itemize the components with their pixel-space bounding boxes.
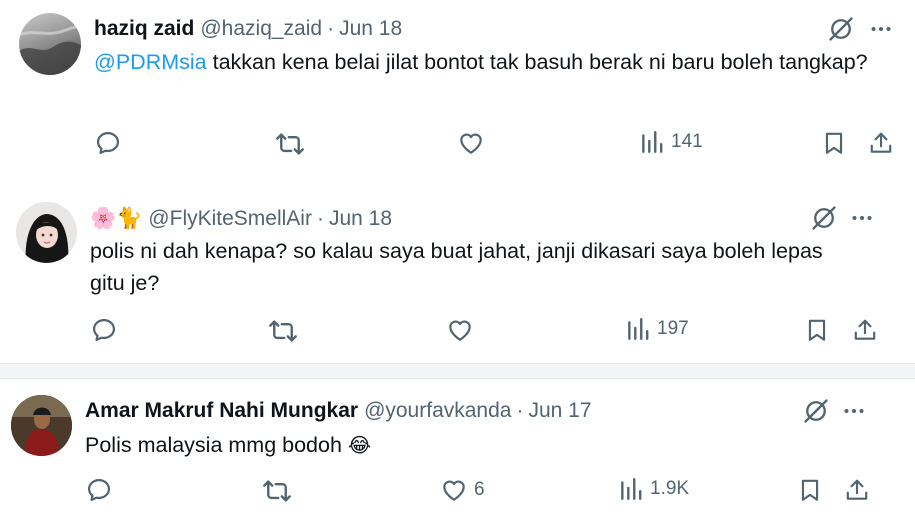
like-icon <box>440 476 468 504</box>
more-icon[interactable] <box>842 397 870 425</box>
tweet-3[interactable]: Amar Makruf Nahi Mungkar @yourfavkanda ·… <box>0 378 915 514</box>
views-icon <box>639 129 665 155</box>
like-button[interactable] <box>446 316 480 344</box>
grok-icon[interactable] <box>802 397 830 425</box>
grok-icon[interactable] <box>827 15 855 43</box>
user-handle[interactable]: @yourfavkanda <box>364 399 511 423</box>
share-button[interactable] <box>868 129 894 157</box>
user-handle[interactable]: @FlyKiteSmellAir <box>148 207 312 231</box>
reply-button[interactable] <box>94 129 122 157</box>
share-icon <box>852 316 878 344</box>
views-button[interactable]: 197 <box>625 316 689 342</box>
grok-icon[interactable] <box>810 204 838 232</box>
retweet-icon <box>275 129 305 159</box>
view-count: 1.9K <box>650 478 690 499</box>
tweet-top-actions <box>810 204 878 232</box>
retweet-button[interactable] <box>275 129 305 159</box>
bookmark-button[interactable] <box>821 129 847 157</box>
tweet-top-actions <box>827 15 897 43</box>
views-button[interactable]: 1.9K <box>618 476 689 502</box>
reply-icon <box>85 476 113 504</box>
retweet-icon <box>262 476 292 506</box>
tweet-text: Polis malaysia mmg bodoh 😂 <box>85 429 785 461</box>
user-handle[interactable]: @haziq_zaid <box>200 17 322 41</box>
retweet-button[interactable] <box>262 476 292 506</box>
views-icon <box>618 476 644 502</box>
section-divider <box>0 363 915 379</box>
retweet-button[interactable] <box>268 316 298 346</box>
tweet-date[interactable]: Jun 18 <box>329 207 392 231</box>
share-icon <box>868 129 894 157</box>
reply-button[interactable] <box>85 476 113 504</box>
display-name[interactable]: haziq zaid <box>94 17 194 41</box>
share-button[interactable] <box>844 476 870 504</box>
tweet-header: haziq zaid @haziq_zaid · Jun 18 <box>94 17 402 41</box>
tweet-text: @PDRMsia takkan kena belai jilat bontot … <box>94 46 874 78</box>
display-name[interactable]: Amar Makruf Nahi Mungkar <box>85 399 358 423</box>
bookmark-icon <box>797 476 823 504</box>
tweet-text: polis ni dah kenapa? so kalau saya buat … <box>90 239 823 295</box>
tweet-1[interactable]: haziq zaid @haziq_zaid · Jun 18 @PDRMsia… <box>0 0 915 180</box>
laughing-emoji: 😂 <box>347 433 372 457</box>
tweet-body: Polis malaysia mmg bodoh <box>85 433 348 457</box>
mention-link[interactable]: @PDRMsia <box>94 50 207 74</box>
view-count: 197 <box>657 318 689 339</box>
separator-dot: · <box>327 17 335 40</box>
more-icon[interactable] <box>869 15 897 43</box>
tweet-action-bar: 141 <box>0 129 915 159</box>
bookmark-icon <box>821 129 847 157</box>
avatar[interactable] <box>11 395 72 456</box>
more-icon[interactable] <box>850 204 878 232</box>
like-button[interactable]: 6 <box>440 476 485 504</box>
tweet-2[interactable]: 🌸🐈 @FlyKiteSmellAir · Jun 18 polis ni da… <box>0 180 915 360</box>
tweet-body: takkan kena belai jilat bontot tak basuh… <box>206 50 868 74</box>
like-icon <box>457 129 485 157</box>
separator-dot: · <box>316 207 324 230</box>
bookmark-icon <box>804 316 830 344</box>
like-count: 6 <box>474 479 485 500</box>
reply-icon <box>94 129 122 157</box>
share-icon <box>844 476 870 504</box>
reply-button[interactable] <box>90 316 118 344</box>
separator-dot: · <box>516 399 524 422</box>
bookmark-button[interactable] <box>797 476 823 504</box>
view-count: 141 <box>671 131 703 152</box>
tweet-date[interactable]: Jun 17 <box>528 399 591 423</box>
tweet-date[interactable]: Jun 18 <box>339 17 402 41</box>
tweet-top-actions <box>802 397 870 425</box>
tweet-action-bar: 197 <box>0 316 915 346</box>
tweet-header: Amar Makruf Nahi Mungkar @yourfavkanda ·… <box>85 399 592 423</box>
reply-icon <box>90 316 118 344</box>
retweet-icon <box>268 316 298 346</box>
views-icon <box>625 316 651 342</box>
avatar[interactable] <box>16 202 77 263</box>
avatar[interactable] <box>19 13 81 75</box>
like-icon <box>446 316 474 344</box>
views-button[interactable]: 141 <box>639 129 703 155</box>
bookmark-button[interactable] <box>804 316 830 344</box>
tweet-action-bar: 6 1.9K <box>0 476 915 506</box>
tweet-header: 🌸🐈 @FlyKiteSmellAir · Jun 18 <box>90 206 392 231</box>
display-name[interactable]: 🌸🐈 <box>90 206 142 231</box>
share-button[interactable] <box>852 316 878 344</box>
like-button[interactable] <box>457 129 491 157</box>
